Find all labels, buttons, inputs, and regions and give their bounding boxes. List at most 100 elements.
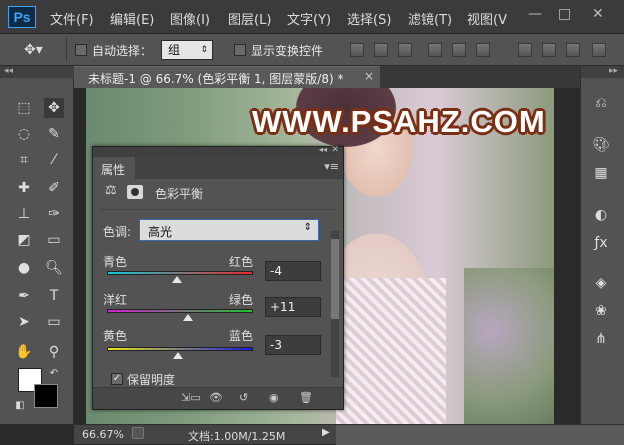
align-hcenter-icon[interactable] (452, 43, 466, 57)
yellow-blue-value-field[interactable]: -3 (265, 335, 321, 355)
distribute-top-icon[interactable] (518, 43, 532, 57)
yellow-blue-slider-track[interactable] (107, 347, 253, 351)
horizontal-scrollbar[interactable] (336, 425, 624, 445)
status-icon[interactable] (132, 427, 144, 439)
divider (66, 38, 67, 62)
lasso-tool-icon[interactable]: ◌ (14, 124, 34, 144)
dodge-tool-icon[interactable]: 🔍︎ (44, 258, 64, 278)
document-tab[interactable]: 未标题-1 @ 66.7% (色彩平衡 1, 图层蒙版/8) * × (74, 66, 380, 88)
swatches-panel-icon[interactable]: ▦ (589, 162, 613, 184)
align-vcenter-icon[interactable] (374, 43, 388, 57)
panel-close-icon[interactable]: ✕ (331, 145, 339, 155)
marquee-tool-icon[interactable]: ⬚ (14, 98, 34, 118)
tone-dropdown[interactable]: 高光 ⇕ (139, 219, 319, 241)
status-menu-arrow-icon[interactable]: ▶ (322, 427, 330, 438)
quick-select-tool-icon[interactable]: ✎ (44, 124, 64, 144)
move-tool-icon[interactable]: ✥▾ (24, 42, 43, 58)
clone-stamp-icon[interactable]: ⊥ (14, 204, 34, 224)
align-left-icon[interactable] (428, 43, 442, 57)
menu-select[interactable]: 选择(S) (347, 9, 391, 28)
slider-green-label: 绿色 (229, 293, 254, 307)
magenta-green-slider-track[interactable] (107, 309, 253, 313)
clip-to-layer-icon[interactable]: ⇲▭ (181, 391, 201, 404)
menu-layer[interactable]: 图层(L) (228, 9, 271, 28)
tab-properties[interactable]: 属性 (93, 157, 135, 179)
healing-brush-icon[interactable]: ✚ (14, 178, 34, 198)
reset-icon[interactable]: ↺ (239, 391, 248, 404)
path-select-icon[interactable]: ➤ (14, 312, 34, 332)
crop-tool-icon[interactable]: ⌗ (14, 150, 34, 170)
styles-panel-icon[interactable]: ƒx (589, 232, 613, 254)
zoom-tool-icon[interactable]: ⚲ (44, 342, 64, 362)
yellow-blue-slider-thumb[interactable] (172, 352, 183, 359)
close-button[interactable]: ✕ (592, 6, 604, 22)
channels-panel-icon[interactable]: ❀ (589, 300, 613, 322)
auto-select-checkbox[interactable] (75, 44, 87, 56)
cyan-red-value-field[interactable]: -4 (265, 261, 321, 281)
tools-collapse-icon[interactable]: ◂◂ (0, 66, 74, 78)
rectangle-tool-icon[interactable]: ▭ (44, 312, 64, 332)
color-panel-icon[interactable]: 🎨︎ (589, 134, 613, 156)
adjustments-panel-icon[interactable]: ◐ (589, 204, 613, 226)
menu-file[interactable]: 文件(F) (50, 9, 94, 28)
menu-filter[interactable]: 滤镜(T) (408, 9, 452, 28)
dock-collapse-icon[interactable]: ▸▸ (581, 66, 624, 78)
auto-select-value: 组 (168, 43, 181, 57)
cyan-red-slider-thumb[interactable] (172, 276, 183, 283)
watermark-text: WWW.PSAHZ.COM (252, 104, 546, 139)
auto-select-label: 自动选择： (92, 44, 153, 58)
history-brush-icon[interactable]: ✑ (44, 204, 64, 224)
zoom-level[interactable]: 66.67% (82, 428, 124, 441)
hand-tool-icon[interactable]: ✋ (14, 342, 34, 362)
document-size: 文档:1.00M/1.25M (188, 430, 286, 443)
menu-image[interactable]: 图像(I) (170, 9, 210, 28)
align-top-icon[interactable] (350, 43, 364, 57)
pen-tool-icon[interactable]: ✒ (14, 286, 34, 306)
preserve-luminosity-checkbox[interactable]: ✓ (111, 373, 123, 385)
minimize-button[interactable]: — (528, 6, 542, 22)
preserve-luminosity-label: 保留明度 (127, 373, 176, 387)
right-dock: ▸▸ ⎌ 🎨︎ ▦ ◐ ƒx ◈ ❀ ⋔ (580, 66, 624, 424)
panel-collapse-icon[interactable]: ◂◂ (319, 145, 327, 154)
history-panel-icon[interactable]: ⎌ (589, 92, 613, 114)
menu-type[interactable]: 文字(Y) (287, 9, 331, 28)
maximize-button[interactable]: □ (558, 6, 571, 22)
cyan-red-slider-track[interactable] (107, 271, 253, 275)
menu-edit[interactable]: 编辑(E) (110, 9, 154, 28)
document-title: 未标题-1 @ 66.7% (色彩平衡 1, 图层蒙版/8) * (88, 72, 344, 86)
panel-menu-icon[interactable]: ▾≡ (324, 160, 339, 173)
view-previous-icon[interactable]: 👁︎ (209, 391, 223, 404)
magenta-green-value-field[interactable]: +11 (265, 297, 321, 317)
magenta-green-slider-thumb[interactable] (183, 314, 194, 321)
distribute-bottom-icon[interactable] (566, 43, 580, 57)
scrollbar-thumb[interactable] (331, 239, 339, 319)
slider-red-label: 红色 (229, 255, 254, 269)
brush-tool-icon[interactable]: ✐ (44, 178, 64, 198)
blur-tool-icon[interactable]: ● (14, 258, 34, 278)
move-tool-icon[interactable]: ✥ (44, 98, 64, 118)
distribute-left-icon[interactable] (592, 43, 606, 57)
align-bottom-icon[interactable] (398, 43, 412, 57)
slider-yellow-label: 黄色 (103, 329, 128, 343)
slider-cyan-label: 青色 (103, 255, 128, 269)
delete-icon[interactable]: 🗑︎ (299, 391, 313, 404)
align-right-icon[interactable] (476, 43, 490, 57)
type-tool-icon[interactable]: T (44, 286, 64, 306)
mask-icon[interactable] (127, 185, 143, 199)
layers-panel-icon[interactable]: ◈ (589, 272, 613, 294)
auto-select-dropdown[interactable]: 组 ⇕ (161, 40, 213, 60)
default-colors-icon[interactable]: ◧ (10, 396, 30, 416)
menu-view[interactable]: 视图(V (467, 9, 507, 28)
visibility-icon[interactable]: ◉ (269, 391, 279, 404)
eraser-tool-icon[interactable]: ◩ (14, 230, 34, 250)
paths-panel-icon[interactable]: ⋔ (589, 328, 613, 350)
close-tab-icon[interactable]: × (364, 69, 374, 83)
gradient-tool-icon[interactable]: ▭ (44, 230, 64, 250)
background-color-swatch[interactable] (34, 384, 58, 408)
distribute-vcenter-icon[interactable] (542, 43, 556, 57)
panel-scrollbar[interactable] (331, 231, 339, 377)
lace-dress (336, 278, 446, 424)
eyedropper-tool-icon[interactable]: ⁄ (44, 150, 64, 170)
swap-colors-icon[interactable]: ↶ (44, 364, 64, 384)
show-transform-checkbox[interactable] (234, 44, 246, 56)
